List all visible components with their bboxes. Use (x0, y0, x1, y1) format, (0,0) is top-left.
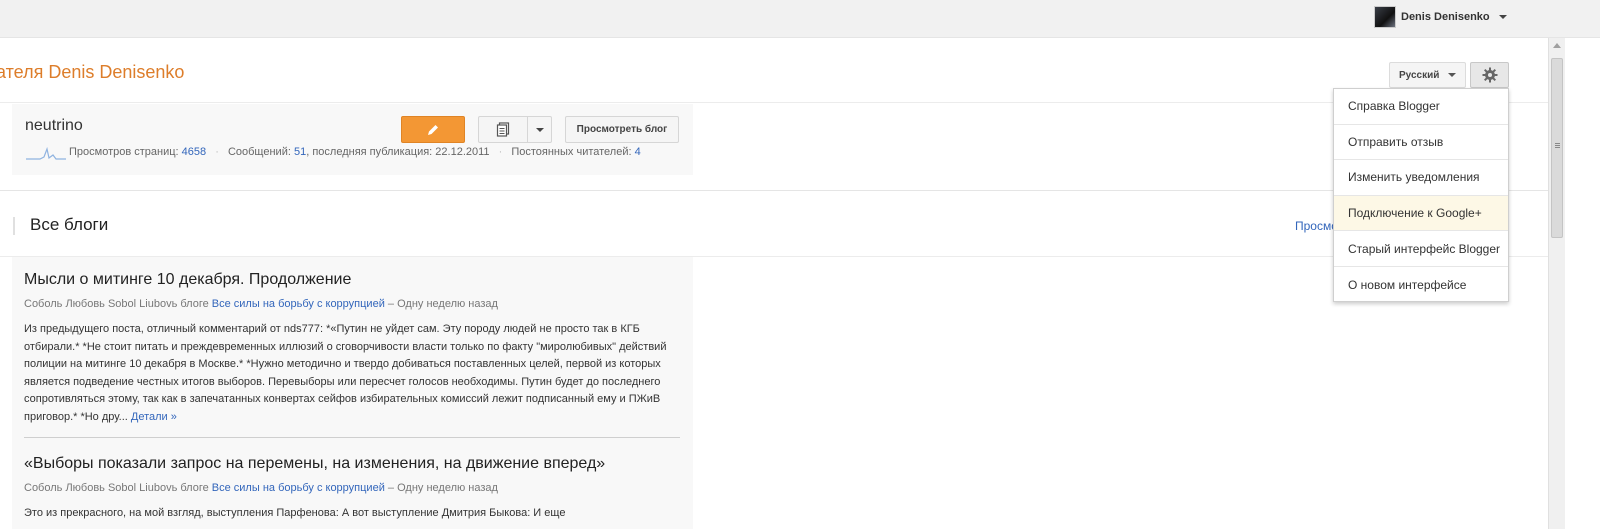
blog-stats: Просмотров страниц: 4658 · Сообщений: 51… (69, 146, 641, 158)
menu-item-google-plus[interactable]: Подключение к Google+ (1334, 195, 1508, 232)
new-post-button[interactable] (401, 116, 465, 143)
reading-list: Мысли о митинге 10 декабря. Продолжение … (12, 257, 693, 529)
post-excerpt: Из предыдущего поста, отличный комментар… (24, 321, 680, 426)
section-view-link[interactable]: Просмотреть (1295, 219, 1333, 233)
menu-item-blogger-help[interactable]: Справка Blogger (1334, 89, 1508, 125)
post-time: – Одну неделю назад (387, 298, 498, 310)
blog-card: neutrino Просмотров страниц: 4658 · Сооб… (12, 104, 693, 175)
avatar (1374, 6, 1396, 28)
settings-dropdown: Справка Blogger Отправить отзыв Изменить… (1333, 88, 1509, 302)
post-blog-link[interactable]: Все силы на борьбу с коррупцией (212, 482, 385, 494)
account-menu[interactable]: Denis Denisenko (1374, 6, 1507, 28)
user-name: Denis Denisenko (1401, 11, 1490, 23)
post-title[interactable]: Мысли о митинге 10 декабря. Продолжение (24, 271, 680, 289)
chevron-down-icon (535, 127, 544, 132)
posts-list-button[interactable] (478, 116, 528, 143)
followers-label: Постоянных читателей: (511, 146, 632, 158)
pageviews-count[interactable]: 4658 (182, 146, 206, 158)
section-divider (0, 190, 1548, 191)
view-blog-button[interactable]: Просмотреть блог (565, 116, 679, 143)
language-select[interactable]: Русский (1389, 62, 1466, 88)
posts-label: Сообщений: (227, 146, 291, 158)
post-meta: Соболь Любовь Sobol Liubovь блоге Все си… (24, 298, 680, 310)
gear-icon (1482, 67, 1497, 83)
last-post-label: , последняя публикация: 22.12.2011 (306, 146, 490, 158)
scroll-up-arrow-icon[interactable] (1553, 43, 1561, 48)
list-item: «Выборы показали запрос на перемены, на … (24, 455, 680, 523)
post-author: Соболь Любовь Sobol Liubovь блоге (24, 298, 209, 310)
menu-item-about-interface[interactable]: О новом интерфейсе (1334, 267, 1508, 303)
grip-line (1555, 145, 1560, 146)
followers-count[interactable]: 4 (635, 146, 641, 158)
section-marker (13, 217, 15, 235)
scrollbar-thumb[interactable] (1551, 58, 1563, 238)
grip-line (1555, 143, 1560, 144)
read-more-link[interactable]: Детали » (131, 411, 177, 423)
post-meta: Соболь Любовь Sobol Liubovь блоге Все си… (24, 482, 680, 494)
vertical-scrollbar[interactable] (1548, 38, 1565, 529)
posts-count[interactable]: 51 (294, 146, 306, 158)
top-bar: Denis Denisenko (0, 0, 1600, 38)
post-divider (24, 437, 680, 438)
list-item: Мысли о митинге 10 декабря. Продолжение … (24, 271, 680, 426)
language-label: Русский (1399, 69, 1440, 81)
header-divider (0, 102, 1548, 103)
section-title: Все блоги (30, 215, 109, 234)
post-time: – Одну неделю назад (387, 482, 498, 494)
blog-name[interactable]: neutrino (25, 117, 83, 135)
menu-item-notifications[interactable]: Изменить уведомления (1334, 160, 1508, 196)
post-excerpt: Это из прекрасного, на мой взгляд, высту… (24, 507, 566, 519)
pageviews-sparkline-icon (26, 146, 66, 160)
posts-menu-button[interactable] (527, 116, 552, 143)
post-excerpt-text: Из предыдущего поста, отличный комментар… (24, 323, 667, 423)
grip-line (1555, 147, 1560, 148)
post-author: Соболь Любовь Sobol Liubovь блоге (24, 482, 209, 494)
chevron-down-icon (1498, 15, 1507, 19)
post-blog-link[interactable]: Все силы на борьбу с коррупцией (212, 298, 385, 310)
pencil-icon (428, 124, 438, 135)
post-title[interactable]: «Выборы показали запрос на перемены, на … (24, 455, 680, 473)
chevron-down-icon (1448, 73, 1457, 77)
settings-button[interactable] (1470, 62, 1509, 88)
pageviews-label: Просмотров страниц: (69, 146, 179, 158)
document-list-icon (496, 122, 510, 137)
stats-separator: · (215, 146, 219, 158)
stats-separator: · (498, 146, 503, 158)
menu-item-send-feedback[interactable]: Отправить отзыв (1334, 125, 1508, 161)
menu-item-old-interface[interactable]: Старый интерфейс Blogger (1334, 231, 1508, 267)
page-title: ателя Denis Denisenko (0, 62, 185, 82)
